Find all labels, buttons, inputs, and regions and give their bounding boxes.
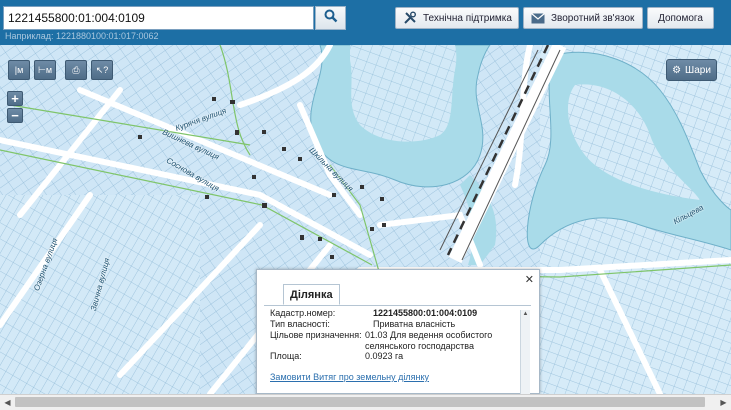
measure-area-button[interactable]: ⊢м: [34, 60, 56, 80]
tech-support-button[interactable]: Технічна підтримка: [395, 7, 519, 29]
info-value: 1221455800:01:004:0109: [373, 308, 478, 318]
info-label: Тип власності:: [270, 319, 330, 329]
help-label: Допомога: [658, 12, 703, 24]
search-input[interactable]: [4, 7, 313, 29]
parcel-info-panel: ✕ Ділянка Кадастр.номер: 1221455800:01:0…: [256, 269, 540, 394]
area-icon: ⊢м: [37, 64, 53, 75]
info-value: 01.03 Для ведення особистого селянського…: [365, 330, 493, 351]
zoom-in-button[interactable]: +: [7, 91, 23, 106]
panel-scrollbar[interactable]: ▲: [520, 310, 530, 394]
plus-icon: +: [11, 91, 19, 106]
search-hint: Наприклад: 1221880100:01:017:0062: [5, 31, 159, 41]
info-value: Приватна власність: [373, 319, 456, 329]
identify-button[interactable]: ↖?: [91, 60, 113, 80]
pointer-question-icon: ↖?: [95, 64, 109, 75]
envelope-icon: [531, 11, 545, 25]
layers-button[interactable]: ⚙ Шари: [666, 59, 717, 81]
tab-parcel[interactable]: Ділянка: [283, 284, 340, 305]
scroll-up-icon[interactable]: ▲: [521, 310, 530, 319]
info-label: Цільове призначення:: [270, 330, 362, 340]
help-button[interactable]: Допомога: [647, 7, 714, 29]
feedback-button[interactable]: Зворотний зв'язок: [523, 7, 643, 29]
panel-content: Кадастр.номер: 1221455800:01:004:0109 Ти…: [265, 308, 521, 393]
printer-icon: ⎙: [72, 64, 80, 75]
scrollbar-thumb[interactable]: [15, 397, 705, 407]
feedback-label: Зворотний зв'язок: [551, 12, 635, 24]
info-label: Кадастр.номер:: [270, 308, 336, 318]
scroll-left-icon[interactable]: ◀: [0, 395, 15, 410]
minus-icon: −: [11, 108, 19, 123]
zoom-out-button[interactable]: −: [7, 108, 23, 123]
search-box[interactable]: [3, 6, 314, 30]
layers-label: Шари: [685, 64, 711, 76]
order-extract-link[interactable]: Замовити Витяг про земельну ділянку: [270, 372, 429, 382]
ruler-icon: |м: [14, 65, 24, 75]
gear-icon: ⚙: [672, 64, 682, 76]
top-bar: Наприклад: 1221880100:01:017:0062 Техніч…: [0, 0, 731, 45]
panel-tabs: Ділянка: [264, 284, 531, 306]
measure-length-button[interactable]: |м: [8, 60, 30, 80]
search-button[interactable]: [315, 6, 346, 30]
horizontal-scrollbar[interactable]: ◀ ▶: [0, 394, 731, 410]
info-label: Площа:: [270, 351, 302, 361]
print-button[interactable]: ⎙: [65, 60, 87, 80]
scroll-right-icon[interactable]: ▶: [716, 395, 731, 410]
tools-icon: [403, 11, 417, 25]
search-icon: [324, 9, 338, 28]
tech-support-label: Технічна підтримка: [423, 12, 512, 24]
info-value: 0.0923 га: [365, 351, 404, 361]
